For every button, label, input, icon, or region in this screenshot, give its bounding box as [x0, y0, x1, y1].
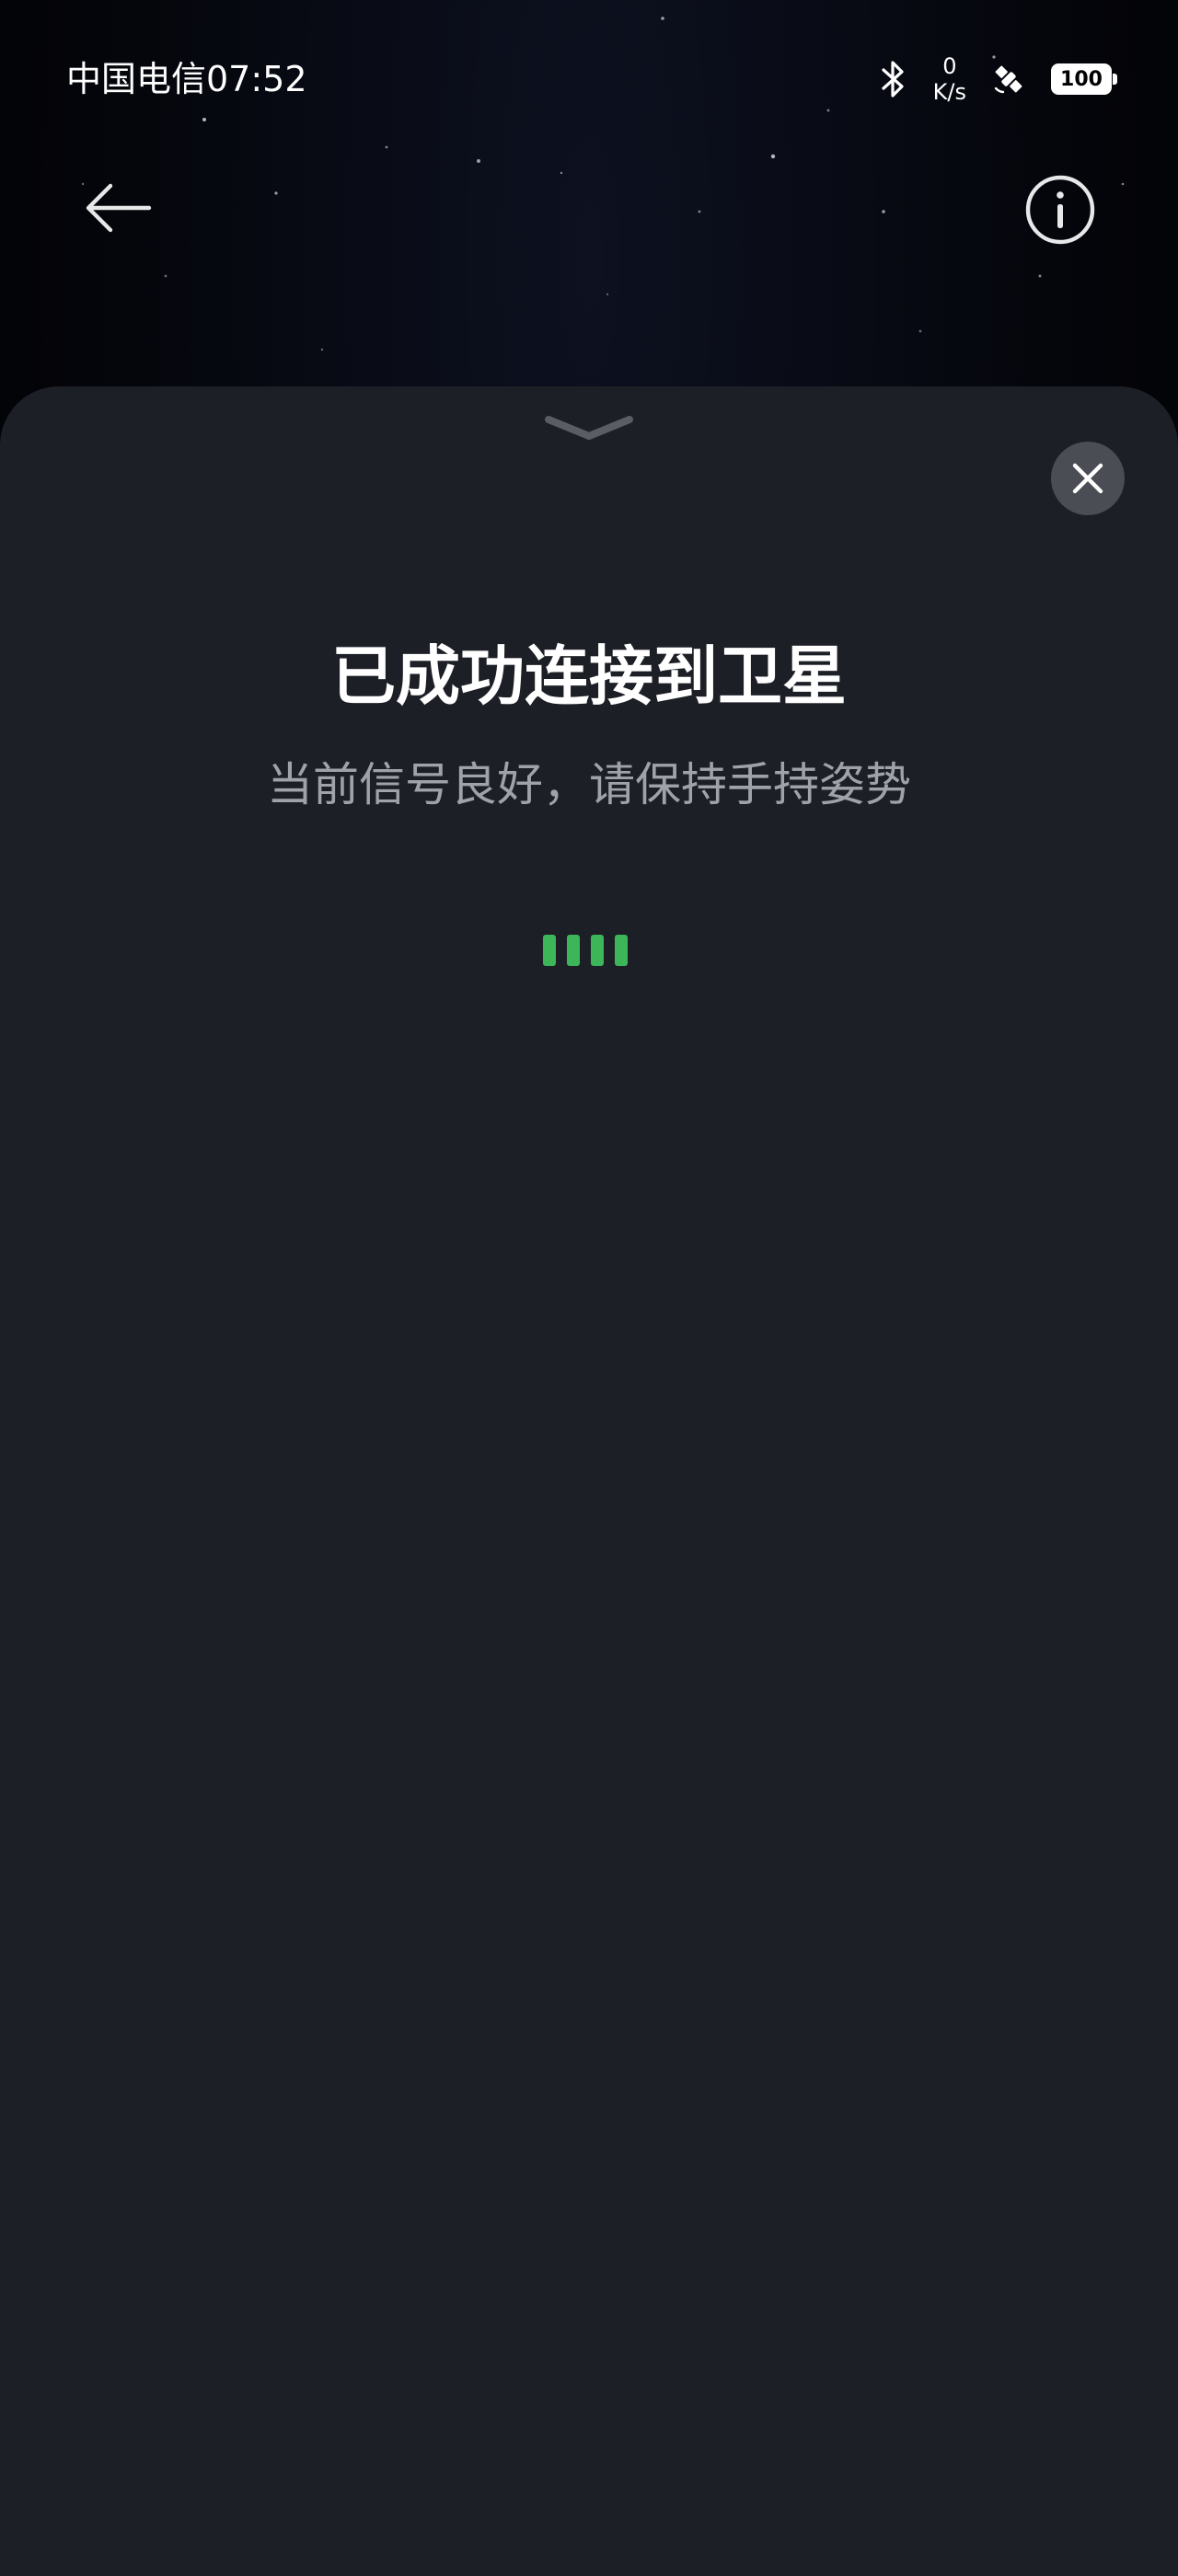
chevron-down-icon: [545, 416, 633, 440]
info-button[interactable]: [1016, 166, 1104, 254]
status-icons: 0 K/s 100: [878, 52, 1117, 107]
info-circle-icon: [1025, 175, 1095, 245]
signal-bar: [615, 935, 628, 966]
back-button[interactable]: [72, 162, 164, 254]
satellite-connection-screen: 中国电信07:52 0 K/s 100 已成功连接到卫星 当前信号良好，请保持手…: [0, 0, 1178, 2576]
signal-bar: [591, 935, 604, 966]
connection-sheet: 已成功连接到卫星 当前信号良好，请保持手持姿势: [0, 386, 1178, 2576]
carrier-time: 中国电信07:52: [66, 59, 307, 99]
net-speed-value: 0: [942, 53, 957, 79]
close-button[interactable]: [1051, 442, 1125, 515]
close-icon: [1072, 463, 1103, 494]
satellite-status-icon: [994, 65, 1022, 94]
connection-subtitle: 当前信号良好，请保持手持姿势: [267, 758, 911, 811]
collapse-handle[interactable]: [541, 405, 637, 451]
signal-strength-indicator: [543, 935, 628, 966]
bluetooth-icon: [882, 61, 904, 98]
arrow-left-icon: [86, 183, 152, 233]
battery-indicator: 100: [1051, 63, 1117, 95]
orbit-ring: [239, 1702, 939, 1987]
status-bar: 中国电信07:52 0 K/s 100: [0, 0, 1178, 156]
connection-title: 已成功连接到卫星: [331, 638, 847, 714]
signal-bar: [543, 935, 556, 966]
satellite-radar: [230, 1251, 948, 1987]
net-speed: 0 K/s: [933, 53, 966, 105]
signal-bar: [567, 935, 580, 966]
net-speed-unit: K/s: [932, 79, 966, 105]
battery-level: 100: [1060, 67, 1103, 91]
